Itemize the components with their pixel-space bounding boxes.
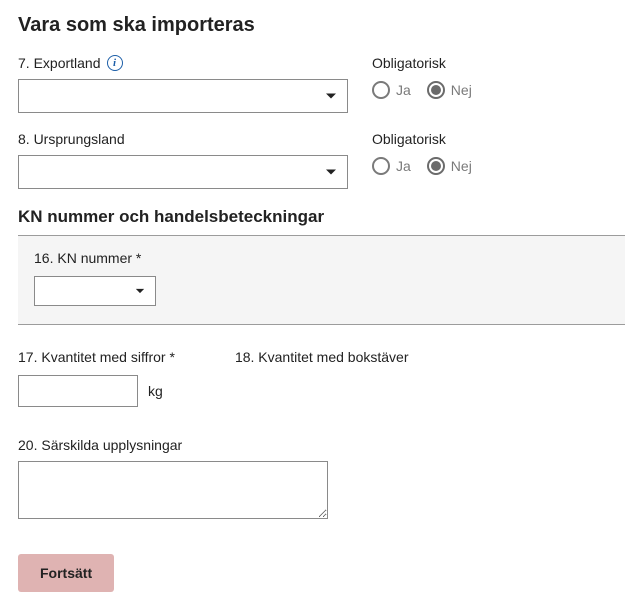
- radio-icon: [372, 81, 390, 99]
- chevron-down-icon: [325, 169, 337, 176]
- ursprungsland-obligatorisk: Obligatorisk Ja Nej: [372, 131, 625, 175]
- field17-unit: kg: [148, 383, 163, 399]
- exportland-radio-ja[interactable]: Ja: [372, 81, 411, 99]
- radio-label-ja: Ja: [396, 158, 411, 174]
- field18-block: 18. Kvantitet med bokstäver: [235, 349, 409, 407]
- kn-nummer-label: 16. KN nummer *: [34, 250, 609, 266]
- obligatorisk-label: Obligatorisk: [372, 131, 625, 147]
- exportland-label: 7. Exportland i: [18, 55, 348, 71]
- field17-input[interactable]: [18, 375, 138, 407]
- ursprungsland-radio-nej[interactable]: Nej: [427, 157, 472, 175]
- field17-input-wrap: kg: [18, 375, 175, 407]
- ursprungsland-block: 8. Ursprungsland: [18, 131, 348, 189]
- kn-section-title: KN nummer och handelsbeteckningar: [18, 207, 625, 227]
- row-exportland: 7. Exportland i Obligatorisk Ja Nej: [18, 55, 625, 113]
- chevron-down-icon: [135, 288, 145, 294]
- radio-icon: [427, 81, 445, 99]
- exportland-obligatorisk: Obligatorisk Ja Nej: [372, 55, 625, 99]
- field20-label: 20. Särskilda upplysningar: [18, 437, 625, 453]
- row-ursprungsland: 8. Ursprungsland Obligatorisk Ja Nej: [18, 131, 625, 189]
- exportland-label-text: 7. Exportland: [18, 55, 101, 71]
- radio-label-nej: Nej: [451, 158, 472, 174]
- continue-button[interactable]: Fortsätt: [18, 554, 114, 592]
- field20-textarea[interactable]: [18, 461, 328, 519]
- ursprungsland-select[interactable]: [18, 155, 348, 189]
- ursprungsland-label: 8. Ursprungsland: [18, 131, 348, 147]
- ursprungsland-label-text: 8. Ursprungsland: [18, 131, 125, 147]
- radio-label-ja: Ja: [396, 82, 411, 98]
- obligatorisk-label: Obligatorisk: [372, 55, 625, 71]
- field17-label: 17. Kvantitet med siffror *: [18, 349, 175, 365]
- kn-panel: 16. KN nummer *: [18, 235, 625, 325]
- field17-block: 17. Kvantitet med siffror * kg: [18, 349, 175, 407]
- radio-icon: [427, 157, 445, 175]
- info-icon[interactable]: i: [107, 55, 123, 71]
- exportland-select[interactable]: [18, 79, 348, 113]
- quantity-row: 17. Kvantitet med siffror * kg 18. Kvant…: [18, 349, 625, 407]
- radio-label-nej: Nej: [451, 82, 472, 98]
- field18-label: 18. Kvantitet med bokstäver: [235, 349, 409, 365]
- exportland-block: 7. Exportland i: [18, 55, 348, 113]
- page-title: Vara som ska importeras: [18, 14, 625, 37]
- ursprungsland-radio-ja[interactable]: Ja: [372, 157, 411, 175]
- kn-nummer-select[interactable]: [34, 276, 156, 306]
- chevron-down-icon: [325, 93, 337, 100]
- exportland-radio-nej[interactable]: Nej: [427, 81, 472, 99]
- field20-block: 20. Särskilda upplysningar: [18, 437, 625, 524]
- radio-icon: [372, 157, 390, 175]
- exportland-radio-group: Ja Nej: [372, 81, 625, 99]
- ursprungsland-radio-group: Ja Nej: [372, 157, 625, 175]
